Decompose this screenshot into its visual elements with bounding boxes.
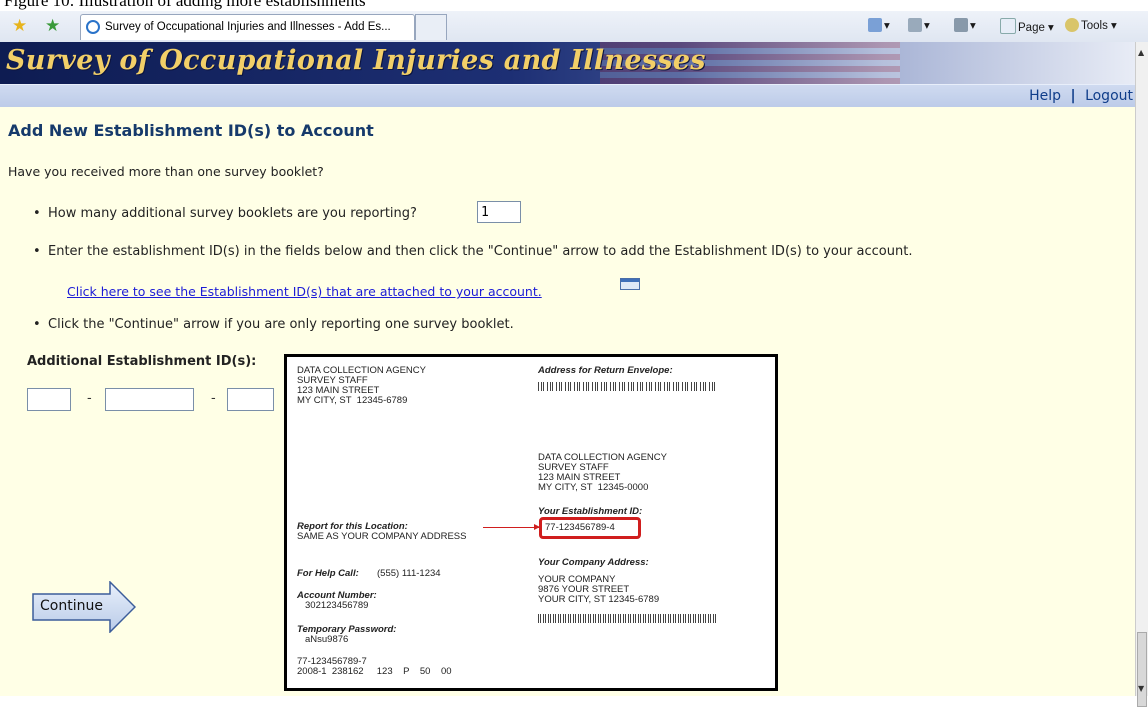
continue-label: Continue xyxy=(40,598,103,614)
scroll-up-icon[interactable]: ▲ xyxy=(1138,48,1144,57)
establishment-id-part1-input[interactable] xyxy=(27,388,71,411)
pointer-line xyxy=(483,527,539,528)
print-button[interactable]: ▾ xyxy=(954,18,976,32)
id-separator: - xyxy=(87,391,92,406)
page-menu-button[interactable]: Page ▾ xyxy=(1000,18,1054,34)
tools-menu-button[interactable]: Tools ▾ xyxy=(1065,18,1117,32)
vertical-scrollbar[interactable]: ▲ ▼ xyxy=(1135,42,1148,707)
home-button[interactable]: ▾ xyxy=(868,18,890,32)
temp-password-value: aNsu9876 xyxy=(305,634,349,645)
booklet-question: Have you received more than one survey b… xyxy=(8,164,324,179)
browser-toolbar: ★ ★ Survey of Occupational Injuries and … xyxy=(0,11,1148,43)
add-favorites-icon[interactable]: ★ xyxy=(45,16,60,36)
scroll-down-icon[interactable]: ▼ xyxy=(1138,684,1144,693)
feeds-icon xyxy=(908,18,922,32)
document-caption-fragment: Figure 10: Illustration of adding more e… xyxy=(0,0,1148,11)
feeds-button[interactable]: ▾ xyxy=(908,18,930,32)
logout-link[interactable]: Logout xyxy=(1085,88,1133,104)
company-address-label: Your Company Address: xyxy=(538,557,649,568)
main-content: Add New Establishment ID(s) to Account H… xyxy=(0,107,1135,696)
print-icon xyxy=(954,18,968,32)
browser-tab-active[interactable]: Survey of Occupational Injuries and Illn… xyxy=(80,14,415,40)
additional-ids-label: Additional Establishment ID(s): xyxy=(27,354,257,369)
establishment-id-label: Your Establishment ID: xyxy=(538,506,643,517)
top-nav: Help | Logout xyxy=(0,84,1135,108)
bullet-continue-note: Click the "Continue" arrow if you are on… xyxy=(33,317,514,332)
home-icon xyxy=(868,18,882,32)
page-title: Add New Establishment ID(s) to Account xyxy=(8,121,374,140)
help-phone: (555) 111-1234 xyxy=(377,568,441,579)
site-title: Survey of Occupational Injuries and Illn… xyxy=(6,45,706,76)
view-attached-ids-link[interactable]: Click here to see the Establishment ID(s… xyxy=(67,284,542,299)
sample-booklet-label: DATA COLLECTION AGENCY SURVEY STAFF 123 … xyxy=(284,354,778,691)
id-separator: - xyxy=(211,391,216,406)
booklet-count-input[interactable] xyxy=(477,201,521,223)
new-window-icon xyxy=(620,278,640,290)
return-envelope-label: Address for Return Envelope: xyxy=(538,365,673,376)
sender-address: DATA COLLECTION AGENCY SURVEY STAFF 123 … xyxy=(297,365,426,406)
site-banner: Survey of Occupational Injuries and Illn… xyxy=(0,42,1135,84)
pointer-arrow-icon xyxy=(534,524,540,530)
help-link[interactable]: Help xyxy=(1029,88,1061,104)
establishment-id-value: 77-123456789-4 xyxy=(545,522,615,533)
footer-code-line2: 2008-1 238162 123 P 50 00 xyxy=(297,666,452,677)
caption-text: Figure 10: Illustration of adding more e… xyxy=(4,0,366,10)
establishment-id-part3-input[interactable] xyxy=(227,388,274,411)
return-address: DATA COLLECTION AGENCY SURVEY STAFF 123 … xyxy=(538,452,667,493)
browser-tab-title: Survey of Occupational Injuries and Illn… xyxy=(105,21,391,33)
return-barcode xyxy=(538,382,718,391)
report-location-value: SAME AS YOUR COMPANY ADDRESS xyxy=(297,531,467,542)
help-call-label: For Help Call: xyxy=(297,568,359,579)
account-number-value: 302123456789 xyxy=(305,600,369,611)
establishment-id-part2-input[interactable] xyxy=(105,388,194,411)
continue-button[interactable]: Continue xyxy=(32,581,136,633)
gear-icon xyxy=(1065,18,1079,32)
page-icon xyxy=(1000,18,1016,34)
new-tab-button[interactable] xyxy=(415,14,447,40)
nav-separator: | xyxy=(1070,88,1076,104)
favorites-star-icon[interactable]: ★ xyxy=(12,16,27,36)
bullet-booklet-count: How many additional survey booklets are … xyxy=(33,206,417,221)
tools-menu-label: Tools xyxy=(1081,20,1108,32)
page-menu-label: Page xyxy=(1018,22,1045,34)
company-barcode xyxy=(538,614,718,623)
bullet-enter-ids: Enter the establishment ID(s) in the fie… xyxy=(33,244,912,259)
ie-logo-icon xyxy=(86,20,100,34)
company-address: YOUR COMPANY 9876 YOUR STREET YOUR CITY,… xyxy=(538,574,660,605)
